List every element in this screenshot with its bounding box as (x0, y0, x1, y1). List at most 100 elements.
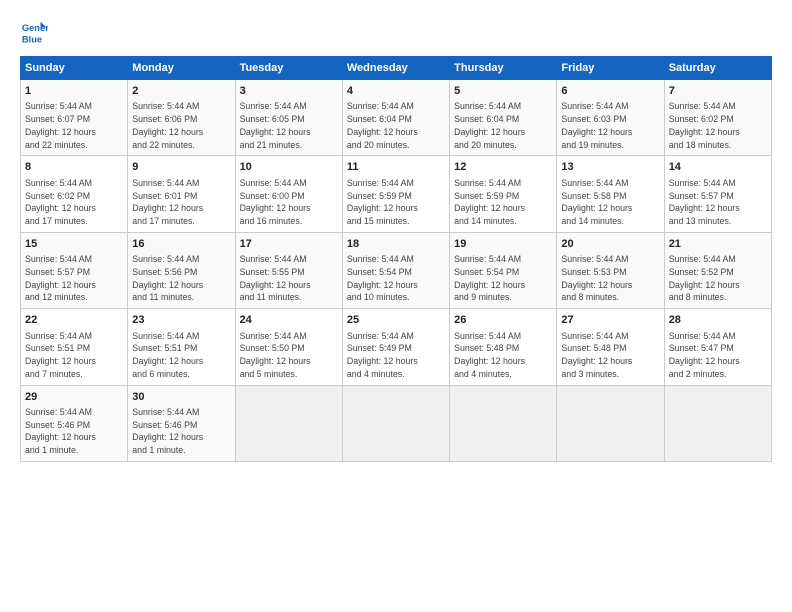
day-detail: Sunrise: 5:44 AM Sunset: 5:58 PM Dayligh… (561, 177, 659, 228)
calendar-cell: 1Sunrise: 5:44 AM Sunset: 6:07 PM Daylig… (21, 80, 128, 156)
calendar-cell: 12Sunrise: 5:44 AM Sunset: 5:59 PM Dayli… (450, 156, 557, 232)
day-detail: Sunrise: 5:44 AM Sunset: 5:52 PM Dayligh… (669, 253, 767, 304)
calendar-cell: 4Sunrise: 5:44 AM Sunset: 6:04 PM Daylig… (342, 80, 449, 156)
calendar-cell: 8 Sunrise: 5:44 AM Sunset: 6:02 PM Daylig… (21, 156, 128, 232)
calendar-cell: 11 Sunrise: 5:44 AM Sunset: 5:59 PM Dayli… (342, 156, 449, 232)
calendar-cell: 13 Sunrise: 5:44 AM Sunset: 5:58 PM Dayli… (557, 156, 664, 232)
calendar-cell: 22Sunrise: 5:44 AM Sunset: 5:51 PM Dayli… (21, 309, 128, 385)
logo: General Blue (20, 18, 52, 46)
svg-text:General: General (22, 23, 48, 33)
col-header-thursday: Thursday (450, 57, 557, 80)
calendar-cell: 9 Sunrise: 5:44 AM Sunset: 6:01 PM Daylig… (128, 156, 235, 232)
page: General Blue SundayMondayTuesdayWednesda… (0, 0, 792, 612)
day-detail: Sunrise: 5:44 AM Sunset: 5:46 PM Dayligh… (25, 406, 123, 457)
calendar-table: SundayMondayTuesdayWednesdayThursdayFrid… (20, 56, 772, 462)
calendar-cell: 7Sunrise: 5:44 AM Sunset: 6:02 PM Daylig… (664, 80, 771, 156)
day-detail: Sunrise: 5:44 AM Sunset: 5:48 PM Dayligh… (454, 330, 552, 381)
day-detail: Sunrise: 5:44 AM Sunset: 6:02 PM Dayligh… (25, 177, 123, 228)
day-number: 6 (561, 84, 659, 99)
calendar-cell (557, 385, 664, 461)
day-detail: Sunrise: 5:44 AM Sunset: 5:56 PM Dayligh… (132, 253, 230, 304)
day-detail: Sunrise: 5:44 AM Sunset: 5:54 PM Dayligh… (347, 253, 445, 304)
day-number: 28 (669, 313, 767, 328)
day-detail: Sunrise: 5:44 AM Sunset: 6:05 PM Dayligh… (240, 100, 338, 151)
day-number: 23 (132, 313, 230, 328)
calendar-cell: 14Sunrise: 5:44 AM Sunset: 5:57 PM Dayli… (664, 156, 771, 232)
day-number: 16 (132, 237, 230, 252)
calendar-cell: 3Sunrise: 5:44 AM Sunset: 6:05 PM Daylig… (235, 80, 342, 156)
day-detail: Sunrise: 5:44 AM Sunset: 6:02 PM Dayligh… (669, 100, 767, 151)
col-header-saturday: Saturday (664, 57, 771, 80)
day-detail: Sunrise: 5:44 AM Sunset: 5:57 PM Dayligh… (25, 253, 123, 304)
calendar-cell: 23 Sunrise: 5:44 AM Sunset: 5:51 PM Dayli… (128, 309, 235, 385)
calendar-cell: 15Sunrise: 5:44 AM Sunset: 5:57 PM Dayli… (21, 232, 128, 308)
calendar-cell: 5Sunrise: 5:44 AM Sunset: 6:04 PM Daylig… (450, 80, 557, 156)
col-header-monday: Monday (128, 57, 235, 80)
day-number: 7 (669, 84, 767, 99)
calendar-cell: 20Sunrise: 5:44 AM Sunset: 5:53 PM Dayli… (557, 232, 664, 308)
day-detail: Sunrise: 5:44 AM Sunset: 6:00 PM Dayligh… (240, 177, 338, 228)
day-detail: Sunrise: 5:44 AM Sunset: 5:49 PM Dayligh… (347, 330, 445, 381)
day-detail: Sunrise: 5:44 AM Sunset: 6:01 PM Dayligh… (132, 177, 230, 228)
calendar-week-3: 15Sunrise: 5:44 AM Sunset: 5:57 PM Dayli… (21, 232, 772, 308)
day-number: 17 (240, 237, 338, 252)
day-detail: Sunrise: 5:44 AM Sunset: 5:54 PM Dayligh… (454, 253, 552, 304)
day-detail: Sunrise: 5:44 AM Sunset: 5:46 PM Dayligh… (132, 406, 230, 457)
day-number: 5 (454, 84, 552, 99)
day-number: 10 (240, 160, 338, 175)
svg-text:Blue: Blue (22, 34, 42, 44)
day-number: 30 (132, 390, 230, 405)
calendar-week-2: 8 Sunrise: 5:44 AM Sunset: 6:02 PM Daylig… (21, 156, 772, 232)
calendar-cell (342, 385, 449, 461)
calendar-cell: 2Sunrise: 5:44 AM Sunset: 6:06 PM Daylig… (128, 80, 235, 156)
calendar-cell: 21Sunrise: 5:44 AM Sunset: 5:52 PM Dayli… (664, 232, 771, 308)
calendar-week-4: 22Sunrise: 5:44 AM Sunset: 5:51 PM Dayli… (21, 309, 772, 385)
header-row: SundayMondayTuesdayWednesdayThursdayFrid… (21, 57, 772, 80)
day-number: 8 (25, 160, 123, 175)
calendar-week-5: 29Sunrise: 5:44 AM Sunset: 5:46 PM Dayli… (21, 385, 772, 461)
day-number: 26 (454, 313, 552, 328)
day-number: 4 (347, 84, 445, 99)
day-number: 25 (347, 313, 445, 328)
day-detail: Sunrise: 5:44 AM Sunset: 5:47 PM Dayligh… (669, 330, 767, 381)
day-detail: Sunrise: 5:44 AM Sunset: 5:53 PM Dayligh… (561, 253, 659, 304)
day-number: 13 (561, 160, 659, 175)
day-number: 29 (25, 390, 123, 405)
calendar-cell: 30Sunrise: 5:44 AM Sunset: 5:46 PM Dayli… (128, 385, 235, 461)
day-number: 24 (240, 313, 338, 328)
calendar-cell: 28 Sunrise: 5:44 AM Sunset: 5:47 PM Dayli… (664, 309, 771, 385)
day-detail: Sunrise: 5:44 AM Sunset: 5:48 PM Dayligh… (561, 330, 659, 381)
col-header-wednesday: Wednesday (342, 57, 449, 80)
day-detail: Sunrise: 5:44 AM Sunset: 5:51 PM Dayligh… (132, 330, 230, 381)
calendar-cell: 29Sunrise: 5:44 AM Sunset: 5:46 PM Dayli… (21, 385, 128, 461)
day-detail: Sunrise: 5:44 AM Sunset: 6:03 PM Dayligh… (561, 100, 659, 151)
day-number: 14 (669, 160, 767, 175)
day-number: 9 (132, 160, 230, 175)
logo-icon: General Blue (20, 18, 48, 46)
day-number: 15 (25, 237, 123, 252)
calendar-cell (235, 385, 342, 461)
day-number: 11 (347, 160, 445, 175)
day-detail: Sunrise: 5:44 AM Sunset: 6:07 PM Dayligh… (25, 100, 123, 151)
calendar-cell (664, 385, 771, 461)
day-number: 21 (669, 237, 767, 252)
calendar-cell: 24Sunrise: 5:44 AM Sunset: 5:50 PM Dayli… (235, 309, 342, 385)
day-number: 19 (454, 237, 552, 252)
day-detail: Sunrise: 5:44 AM Sunset: 5:59 PM Dayligh… (347, 177, 445, 228)
day-detail: Sunrise: 5:44 AM Sunset: 5:55 PM Dayligh… (240, 253, 338, 304)
header: General Blue (20, 18, 772, 46)
calendar-cell: 6Sunrise: 5:44 AM Sunset: 6:03 PM Daylig… (557, 80, 664, 156)
calendar-cell: 16Sunrise: 5:44 AM Sunset: 5:56 PM Dayli… (128, 232, 235, 308)
col-header-friday: Friday (557, 57, 664, 80)
calendar-week-1: 1Sunrise: 5:44 AM Sunset: 6:07 PM Daylig… (21, 80, 772, 156)
col-header-sunday: Sunday (21, 57, 128, 80)
calendar-cell: 18Sunrise: 5:44 AM Sunset: 5:54 PM Dayli… (342, 232, 449, 308)
day-detail: Sunrise: 5:44 AM Sunset: 5:51 PM Dayligh… (25, 330, 123, 381)
day-number: 3 (240, 84, 338, 99)
day-number: 1 (25, 84, 123, 99)
col-header-tuesday: Tuesday (235, 57, 342, 80)
calendar-cell: 26 Sunrise: 5:44 AM Sunset: 5:48 PM Dayli… (450, 309, 557, 385)
day-number: 2 (132, 84, 230, 99)
day-number: 18 (347, 237, 445, 252)
calendar-cell (450, 385, 557, 461)
